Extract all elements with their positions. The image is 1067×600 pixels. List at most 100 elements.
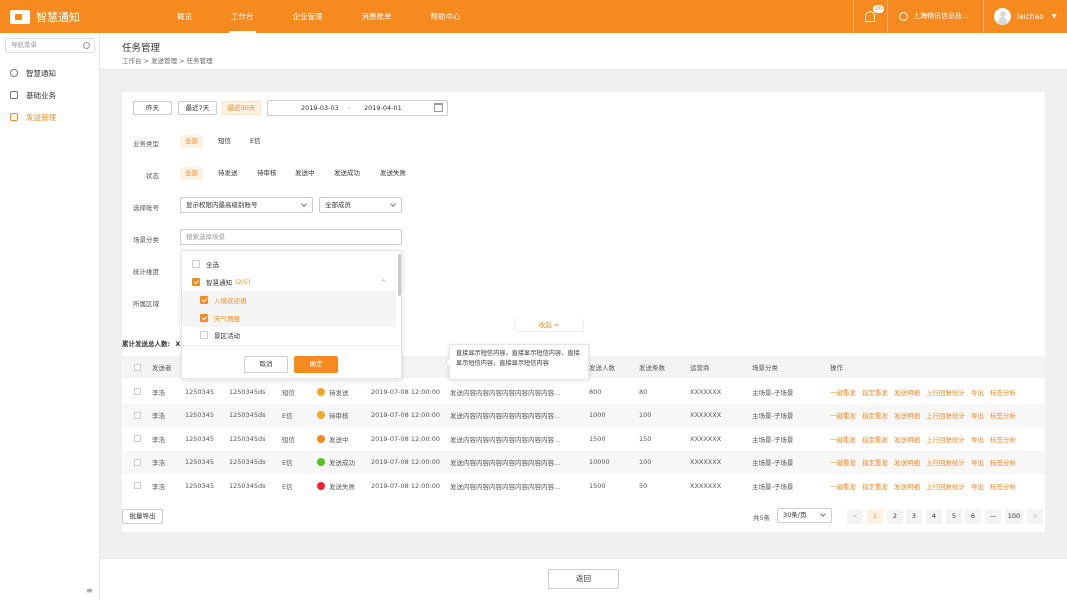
- export-link[interactable]: 导出: [971, 457, 984, 467]
- select-all-checkbox[interactable]: [134, 363, 141, 371]
- resend-link[interactable]: 一键重发: [830, 434, 856, 444]
- collapse-filters-link[interactable]: 收起 ≈: [514, 318, 584, 332]
- business-type-exin[interactable]: E信: [245, 135, 266, 148]
- specified-resend-link[interactable]: 指定重发: [862, 457, 888, 467]
- nav-workbench[interactable]: 工作台: [219, 0, 266, 33]
- member-select[interactable]: 全部成员: [319, 197, 402, 213]
- chevron-up-icon[interactable]: ⌃: [381, 279, 386, 286]
- reply-stats-link[interactable]: 上行回复统计: [926, 481, 965, 491]
- scene-option[interactable]: 景区活动: [182, 326, 396, 344]
- resend-link[interactable]: 一键重发: [830, 481, 856, 491]
- send-detail-link[interactable]: 发送明细: [894, 387, 920, 397]
- send-detail-link[interactable]: 发送明细: [894, 410, 920, 420]
- nav-overview[interactable]: 概览: [165, 0, 204, 33]
- row-type: 短信: [282, 435, 295, 444]
- reply-stats-link[interactable]: 上行回复统计: [926, 410, 965, 420]
- specified-resend-link[interactable]: 指定重发: [862, 410, 888, 420]
- group-option[interactable]: 智慧通知 (2/5) ⌃: [182, 273, 396, 291]
- stats-dimension-label: 统计维度: [133, 268, 159, 276]
- dropdown-scrollbar[interactable]: [398, 254, 401, 296]
- specified-resend-link[interactable]: 指定重发: [862, 481, 888, 491]
- date-30days-button[interactable]: 最近30天: [222, 101, 261, 115]
- status-pending[interactable]: 待发送: [213, 167, 243, 180]
- scene-search-input[interactable]: 搜索选择场景: [180, 229, 402, 245]
- select-all-label: 全选: [206, 261, 219, 269]
- resend-link[interactable]: 一键重发: [830, 457, 856, 467]
- sidebar-item-notify[interactable]: 智慧通知: [10, 67, 95, 79]
- checkbox[interactable]: [200, 314, 208, 322]
- page-button[interactable]: 3: [906, 509, 922, 524]
- checkbox[interactable]: [192, 278, 200, 286]
- bulk-export-button[interactable]: 批量导出: [122, 509, 163, 524]
- pagination-total: 共5条: [753, 514, 771, 522]
- menu-collapse-icon[interactable]: ≡: [86, 586, 93, 595]
- nav-search-input[interactable]: 导航菜单: [5, 38, 95, 53]
- row-checkbox[interactable]: [134, 458, 141, 466]
- export-link[interactable]: 导出: [971, 387, 984, 397]
- reply-stats-link[interactable]: 上行回复统计: [926, 434, 965, 444]
- date-7days-button[interactable]: 最近7天: [178, 101, 217, 115]
- calendar-icon[interactable]: [434, 103, 443, 112]
- page-size-select[interactable]: 30条/页: [777, 508, 832, 523]
- specified-resend-link[interactable]: 指定重发: [862, 434, 888, 444]
- prev-page-button[interactable]: <: [847, 509, 863, 524]
- select-all-option[interactable]: 全选: [182, 255, 396, 273]
- date-range-picker[interactable]: 2019-03-03 ~ 2019-04-01: [267, 100, 448, 116]
- page-button[interactable]: 4: [926, 509, 942, 524]
- search-icon[interactable]: [83, 42, 90, 49]
- send-detail-link[interactable]: 发送明细: [894, 481, 920, 491]
- sidebar-item-basic[interactable]: 基础业务: [10, 89, 95, 101]
- row-checkbox[interactable]: [134, 435, 141, 442]
- account-select[interactable]: 显示权限内最高级别账号: [180, 197, 313, 213]
- row-checkbox[interactable]: [134, 411, 141, 419]
- page-button[interactable]: 6: [965, 509, 981, 524]
- company-switcher[interactable]: 上海畅讯信息技...: [899, 11, 969, 21]
- resend-link[interactable]: 一键重发: [830, 387, 856, 397]
- checkbox[interactable]: [200, 296, 208, 304]
- resend-link[interactable]: 一键重发: [830, 410, 856, 420]
- next-page-button[interactable]: >: [1027, 509, 1043, 524]
- nav-enterprise[interactable]: 企业管理: [281, 0, 335, 33]
- specified-resend-link[interactable]: 指定重发: [862, 387, 888, 397]
- brand-logo[interactable]: 智慧通知: [10, 9, 80, 25]
- tag-analysis-link[interactable]: 标签分析: [990, 481, 1016, 491]
- bell-icon[interactable]: [865, 11, 875, 22]
- confirm-button[interactable]: 确定: [294, 356, 338, 373]
- tag-analysis-link[interactable]: 标签分析: [990, 387, 1016, 397]
- checkbox[interactable]: [200, 331, 208, 339]
- scene-option[interactable]: 天气预报: [182, 309, 396, 327]
- nav-help[interactable]: 帮助中心: [419, 0, 473, 33]
- export-link[interactable]: 导出: [971, 481, 984, 491]
- export-link[interactable]: 导出: [971, 434, 984, 444]
- tag-analysis-link[interactable]: 标签分析: [990, 410, 1016, 420]
- row-checkbox[interactable]: [134, 388, 141, 395]
- page-button[interactable]: 1: [867, 509, 883, 524]
- date-yesterday-button[interactable]: 昨天: [133, 101, 172, 115]
- status-all[interactable]: 全部: [180, 167, 203, 180]
- page-button[interactable]: 5: [946, 509, 962, 524]
- status-review[interactable]: 待审核: [252, 167, 282, 180]
- tag-analysis-link[interactable]: 标签分析: [990, 434, 1016, 444]
- page-button[interactable]: 100: [1005, 509, 1023, 524]
- sidebar-item-send[interactable]: 发送管理: [10, 111, 95, 123]
- status-sending[interactable]: 发送中: [290, 167, 320, 180]
- back-button[interactable]: 返回: [548, 569, 619, 589]
- export-link[interactable]: 导出: [971, 410, 984, 420]
- reply-stats-link[interactable]: 上行回复统计: [926, 457, 965, 467]
- status-success[interactable]: 发送成功: [329, 167, 365, 180]
- row-checkbox[interactable]: [134, 482, 141, 489]
- checkbox[interactable]: [192, 260, 200, 268]
- nav-billing[interactable]: 消费账单: [350, 0, 404, 33]
- scene-option[interactable]: 入境欢迎语: [182, 291, 396, 309]
- page-ellipsis[interactable]: —: [985, 509, 1001, 524]
- business-type-sms[interactable]: 短信: [213, 135, 236, 148]
- reply-stats-link[interactable]: 上行回复统计: [926, 387, 965, 397]
- page-button[interactable]: 2: [887, 509, 903, 524]
- cancel-button[interactable]: 取消: [244, 356, 288, 373]
- send-detail-link[interactable]: 发送明细: [894, 434, 920, 444]
- tag-analysis-link[interactable]: 标签分析: [990, 457, 1016, 467]
- send-detail-link[interactable]: 发送明细: [894, 457, 920, 467]
- user-menu[interactable]: laichao ▼: [994, 8, 1056, 25]
- status-failed[interactable]: 发送失败: [375, 167, 411, 180]
- business-type-all[interactable]: 全部: [180, 135, 203, 148]
